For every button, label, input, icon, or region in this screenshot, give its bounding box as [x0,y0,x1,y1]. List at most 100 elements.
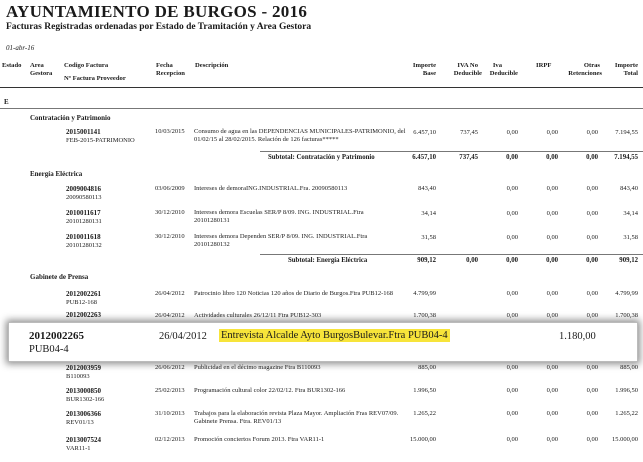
col-otras: Otras [583,62,600,69]
report-title: AYUNTAMIENTO DE BURGOS - 2016 [6,2,308,21]
col-descripcion: Descripción [195,62,229,69]
invoice-iva: 0,00 [506,234,518,241]
invoice-irpf: 0,00 [546,290,558,297]
invoice-ref: VAR11-1 [66,445,91,452]
invoice-iva: 0,00 [506,312,518,319]
invoice-irpf: 0,00 [546,387,558,394]
invoice-otras: 0,00 [586,185,598,192]
invoice-base: 1.700,38 [413,312,436,319]
subtotal-iva: 0,00 [506,257,518,264]
highlighted-invoice: 2012002265 PUB04-4 26/04/2012 Entrevista… [8,322,638,362]
invoice-desc: Trabajos para la elaboración revista Pla… [194,410,399,425]
invoice-otras: 0,00 [586,364,598,371]
report-date: 01-abr-16 [6,44,35,52]
col-base: Base [422,70,436,77]
invoice-code: 2015001141 [66,128,101,136]
invoice-irpf: 0,00 [546,312,558,319]
estado-letter: E [4,98,9,106]
col-iva-deducible: Deducible [489,70,518,77]
invoice-total: 1.265,22 [615,410,638,417]
highlight-ref: PUB04-4 [29,344,69,355]
invoice-total: 15.000,00 [612,436,638,443]
invoice-code: 2013000850 [66,387,101,395]
subtotal-label: Subtotal: Energía Eléctrica [288,257,368,264]
invoice-iva: 0,00 [506,185,518,192]
invoice-otras: 0,00 [586,436,598,443]
invoice-date: 26/04/2012 [155,290,185,297]
col-retenciones: Retenciones [568,70,602,77]
subtotal-irpf: 0,00 [546,154,558,161]
invoice-irpf: 0,00 [546,364,558,371]
highlight-date: 26/04/2012 [159,331,207,342]
invoice-otras: 0,00 [586,290,598,297]
col-iva: Iva [492,62,502,69]
invoice-iva: 0,00 [506,210,518,217]
invoice-date: 26/04/2012 [155,312,185,319]
invoice-desc: Patrocinio libro 120 Noticias 120 años d… [194,290,394,297]
invoice-total: 34,14 [623,210,638,217]
invoice-base: 1.996,50 [413,387,436,394]
invoice-desc: Publicidad en el décimo magazine Ftra B1… [194,364,321,371]
invoice-otras: 0,00 [586,234,598,241]
invoice-base: 6.457,10 [413,129,436,136]
invoice-desc: Intereses demora Dependen SER/P 8/09. IN… [194,233,368,248]
invoice-desc: Consumo de agua en las DEPENDENCIAS MUNI… [194,128,406,143]
col-total: Total [623,70,638,77]
col-iva-no: IVA No [457,62,478,69]
invoice-otras: 0,00 [586,410,598,417]
subtotal-total: 7.194,55 [614,154,638,161]
invoice-iva: 0,00 [506,436,518,443]
invoice-desc: Intereses de demoraING.INDUSTRIAL.Fra. 2… [194,185,348,192]
subtotal-total: 909,12 [619,257,638,264]
invoice-ref: FEB-2015-PATRIMONIO [66,137,135,144]
col-nfactura: Nº Factura Proveedor [64,75,126,82]
col-estado: Estado [2,62,22,69]
invoice-irpf: 0,00 [546,436,558,443]
invoice-ref: B110093 [66,373,90,380]
invoice-total: 7.194,55 [615,129,638,136]
col-iva-no-deducible: Deducible [453,70,482,77]
invoice-date: 10/03/2015 [155,128,185,135]
invoice-desc: Actividades culturales 26/12/11 Ftra PUB… [194,312,322,319]
subtotal-ivand: 0,00 [466,257,478,264]
col-fecha: Fecha [156,62,173,69]
invoice-base: 15.000,00 [410,436,436,443]
invoice-date: 26/06/2012 [155,364,185,371]
invoice-ref: 20101280132 [66,242,102,249]
invoice-date: 03/06/2009 [155,185,185,192]
group-title: Contratación y Patrimonio [30,114,111,122]
invoice-base: 34,14 [421,210,436,217]
invoice-otras: 0,00 [586,129,598,136]
col-irpf: IRPF [536,62,552,69]
subtotal-ivand: 737,45 [459,154,478,161]
invoice-otras: 0,00 [586,312,598,319]
invoice-iva: 0,00 [506,387,518,394]
invoice-irpf: 0,00 [546,234,558,241]
subtotal-otras: 0,00 [586,257,598,264]
subtotal-irpf: 0,00 [546,257,558,264]
invoice-irpf: 0,00 [546,210,558,217]
invoice-date: 30/12/2010 [155,233,185,240]
col-importe: Importe [412,62,436,69]
subtotal-base: 6.457,10 [412,154,436,161]
invoice-code: 2010011618 [66,233,101,241]
subtotal-base: 909,12 [417,257,436,264]
estado-rule [0,108,643,109]
invoice-ref: REV01/13 [66,419,94,426]
col-recepcion: Recepcion [156,70,185,77]
invoice-code: 2012002263 [66,311,101,319]
invoice-base: 843,40 [418,185,436,192]
invoice-ivand: 737,45 [460,129,478,136]
subtotal-rule [260,151,643,152]
invoice-base: 31,58 [421,234,436,241]
highlight-marker: Entrevista Alcalde Ayto BurgosBulevar.Ft… [219,329,450,342]
invoice-total: 4.799,99 [615,290,638,297]
invoice-irpf: 0,00 [546,185,558,192]
invoice-base: 4.799,99 [413,290,436,297]
invoice-iva: 0,00 [506,410,518,417]
invoice-total: 31,58 [623,234,638,241]
invoice-desc: Programación cultural color 22/02/12. Ft… [194,387,346,394]
invoice-code: 2010011617 [66,209,101,217]
col-gestora: Gestora [30,70,53,77]
invoice-code: 2012003959 [66,364,101,372]
